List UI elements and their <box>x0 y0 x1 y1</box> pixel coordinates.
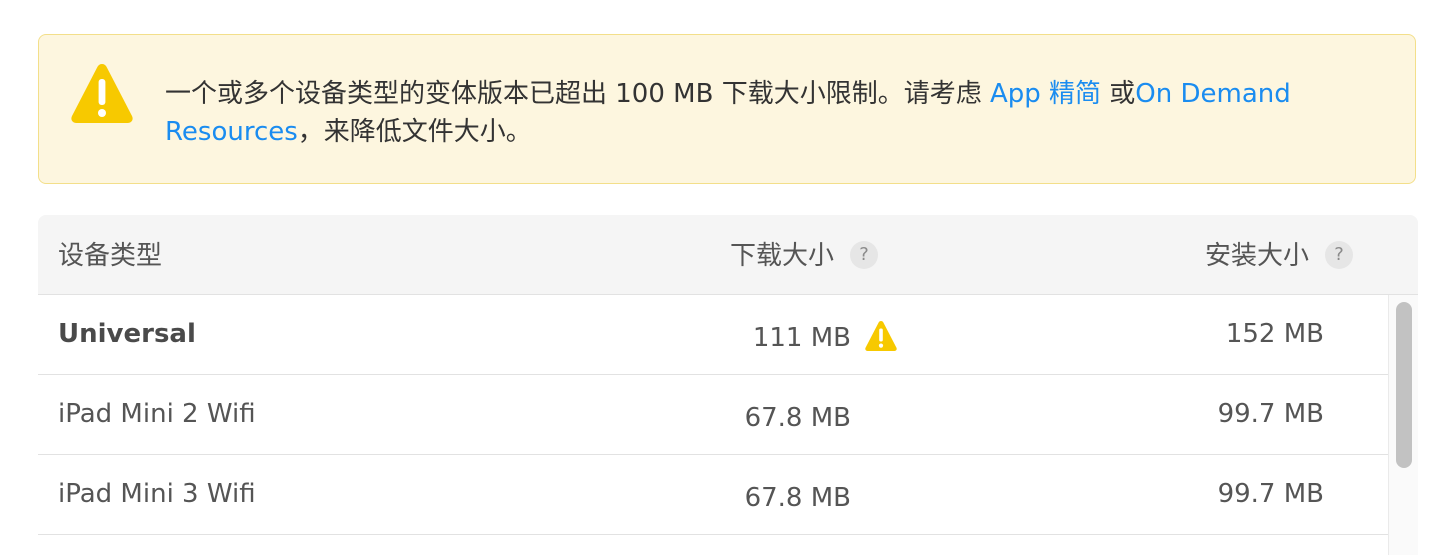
warning-text-middle: 或 <box>1101 79 1136 109</box>
column-header-label: 下载大小 <box>730 241 835 271</box>
table-body: Universal 111 MB 152 MB iPad Mini 2 Wifi… <box>38 295 1388 555</box>
warning-text-before: 一个或多个设备类型的变体版本已超出 100 MB 下载大小限制。请考虑 <box>165 79 990 109</box>
device-name: iPad Mini 2 Wifi <box>58 399 256 429</box>
download-size-help-icon[interactable]: ? <box>850 240 879 269</box>
warning-triangle-icon <box>71 64 133 123</box>
size-limit-warning-banner: 一个或多个设备类型的变体版本已超出 100 MB 下载大小限制。请考虑 App … <box>38 34 1416 184</box>
table-row: Universal 111 MB 152 MB <box>38 295 1388 375</box>
size-warning-icon <box>865 321 897 351</box>
download-size: 111 MB <box>752 323 851 353</box>
app-thinning-link[interactable]: App 精简 <box>990 79 1101 109</box>
table-header: 设备类型 下载大小? 安装大小? <box>38 215 1418 295</box>
column-header-device-type: 设备类型 <box>58 239 162 273</box>
column-header-label: 设备类型 <box>58 241 163 271</box>
column-header-install-size: 安装大小? <box>1205 239 1354 273</box>
install-size: 152 MB <box>1225 319 1324 349</box>
download-size: 67.8 MB <box>744 403 851 433</box>
table-row: iPad Mini 2 Wifi 67.8 MB 99.7 MB <box>38 375 1388 455</box>
table-scrollbar-thumb[interactable] <box>1396 302 1412 468</box>
download-size: 67.8 MB <box>744 483 851 513</box>
device-name: iPad Mini 3 Wifi <box>58 479 256 509</box>
install-size-help-icon[interactable]: ? <box>1325 240 1354 269</box>
install-size: 99.7 MB <box>1217 399 1324 429</box>
install-size: 99.7 MB <box>1217 479 1324 509</box>
warning-message: 一个或多个设备类型的变体版本已超出 100 MB 下载大小限制。请考虑 App … <box>165 75 1345 151</box>
table-row: iPad Mini 3 Wifi 67.8 MB 99.7 MB <box>38 455 1388 535</box>
device-name: Universal <box>58 319 196 349</box>
column-header-label: 安装大小 <box>1205 241 1310 271</box>
warning-text-after: ，来降低文件大小。 <box>297 117 532 147</box>
device-size-table: 设备类型 下载大小? 安装大小? Universal 111 MB 152 MB… <box>38 215 1418 555</box>
column-header-download-size: 下载大小? <box>730 239 879 273</box>
